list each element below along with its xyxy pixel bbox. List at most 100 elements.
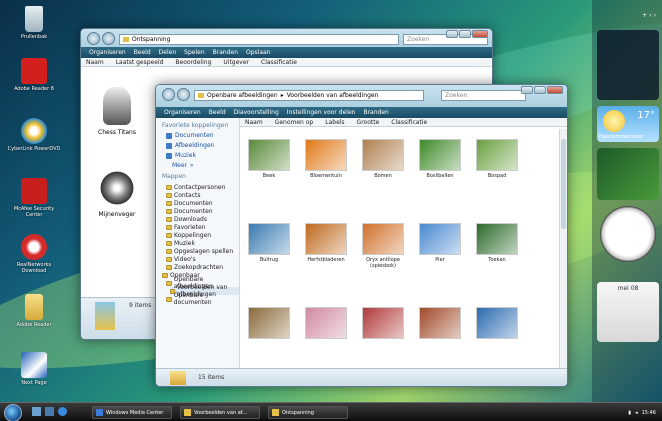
col-size[interactable]: Grootte <box>357 119 380 126</box>
toolbar-view[interactable]: Beeld <box>134 49 151 56</box>
desktop-icon-realnetworks[interactable]: RealNetworks Download <box>6 234 62 274</box>
minimize-button[interactable] <box>446 30 458 38</box>
desktop-icon-adobe-reader[interactable]: Adobe Reader <box>6 294 62 328</box>
show-desktop-icon[interactable] <box>32 407 41 416</box>
close-button[interactable] <box>547 86 563 94</box>
clock-gadget[interactable] <box>597 206 659 266</box>
folders-header[interactable]: Mappen <box>162 173 239 180</box>
desktop-icon-adobe-reader-8[interactable]: Adobe Reader 8 <box>6 58 62 92</box>
ie-icon[interactable] <box>58 407 67 416</box>
tree-item[interactable]: Openbare documenten <box>166 292 239 306</box>
weather-gadget[interactable]: 17° Haarlemmermeer <box>597 106 659 142</box>
toolbar-share[interactable]: Delen <box>159 49 176 56</box>
toolbar-share-settings[interactable]: Instellingen voor delen <box>287 109 356 116</box>
tree-item[interactable]: Zoekopdrachten <box>166 263 239 271</box>
stocks-gadget[interactable] <box>597 30 659 100</box>
taskbar-button-ontspanning[interactable]: Ontspanning <box>268 406 348 419</box>
thumbnail-item[interactable]: Bloementuin <box>305 139 347 179</box>
thumbnail-item[interactable]: Boslibellen <box>419 139 461 179</box>
back-button[interactable] <box>87 32 100 45</box>
toolbar-slideshow[interactable]: Diavoorstelling <box>234 109 279 116</box>
breadcrumb-sample-pictures[interactable]: Voorbeelden van afbeeldingen <box>287 92 379 99</box>
tree-item[interactable]: Opgeslagen spellen <box>166 247 239 255</box>
thumbnail-item[interactable] <box>305 307 347 341</box>
tree-item[interactable]: Favorieten <box>166 223 239 231</box>
network-icon[interactable]: ▮ <box>628 410 631 416</box>
col-name[interactable]: Naam <box>245 119 263 126</box>
breadcrumb-public-pictures[interactable]: Openbare afbeeldingen <box>207 92 278 99</box>
tree-item[interactable]: Contacts <box>166 191 239 199</box>
thumbnail-item[interactable] <box>362 307 404 341</box>
favorite-pictures[interactable]: Afbeeldingen <box>166 142 239 149</box>
col-name[interactable]: Naam <box>86 59 104 66</box>
col-publisher[interactable]: Uitgever <box>223 59 249 66</box>
favorite-music[interactable]: Muziek <box>166 152 239 159</box>
thumbnail-item[interactable]: Bomen <box>362 139 404 179</box>
thumbnail-item[interactable]: Toekan <box>476 223 518 263</box>
add-gadget-icon[interactable]: + <box>642 12 647 19</box>
favorite-documents[interactable]: Documenten <box>166 132 239 139</box>
titlebar[interactable]: Openbare afbeeldingen ▸ Voorbeelden van … <box>156 85 567 103</box>
thumbnail-item[interactable] <box>248 307 290 341</box>
thumbnail-item[interactable]: Beek <box>248 139 290 179</box>
toolbar-organize[interactable]: Organiseren <box>89 49 126 56</box>
game-item-chess[interactable]: Chess Titans <box>87 87 147 136</box>
desktop-icon-cyberlink[interactable]: CyberLink PowerDVD <box>6 118 62 152</box>
minimize-button[interactable] <box>521 86 533 94</box>
switch-windows-icon[interactable] <box>45 407 54 416</box>
thumbnail-item[interactable] <box>419 307 461 341</box>
address-bar[interactable]: Ontspanning <box>119 34 399 45</box>
thumbnail-item[interactable]: Pier <box>419 223 461 263</box>
toolbar-save[interactable]: Opslaan <box>246 49 270 56</box>
tree-item[interactable]: Contactpersonen <box>166 183 239 191</box>
toolbar-organize[interactable]: Organiseren <box>164 109 201 116</box>
col-rating[interactable]: Beoordeling <box>175 59 211 66</box>
taskbar-button-voorbeelden[interactable]: Voorbeelden van af... <box>180 406 260 419</box>
address-bar[interactable]: Openbare afbeeldingen ▸ Voorbeelden van … <box>194 90 424 101</box>
tree-item[interactable]: Koppelingen <box>166 231 239 239</box>
tree-item[interactable]: Muziek <box>166 239 239 247</box>
calendar-gadget[interactable]: mei 08 <box>597 282 659 342</box>
tree-item[interactable]: Documenten <box>166 199 239 207</box>
maximize-button[interactable] <box>459 30 471 38</box>
slideshow-gadget[interactable] <box>597 148 659 200</box>
tree-item[interactable]: Documenten <box>166 207 239 215</box>
window-voorbeelden[interactable]: Openbare afbeeldingen ▸ Voorbeelden van … <box>155 84 568 387</box>
col-rating[interactable]: Classificatie <box>391 119 427 126</box>
game-item-minesweeper[interactable]: Mijnenveger <box>87 169 147 218</box>
toolbar-view[interactable]: Beeld <box>209 109 226 116</box>
titlebar[interactable]: Ontspanning Zoeken <box>81 29 492 47</box>
col-date-taken[interactable]: Genomen op <box>275 119 314 126</box>
taskbar-button-media-center[interactable]: Windows Media Center <box>92 406 172 419</box>
toolbar-burn[interactable]: Branden <box>213 49 238 56</box>
volume-icon[interactable]: ◂ <box>635 410 638 416</box>
forward-button[interactable] <box>102 32 115 45</box>
chevron-right-icon[interactable]: › <box>654 12 656 19</box>
back-button[interactable] <box>162 88 175 101</box>
thumbnail-item[interactable]: Bultrug <box>248 223 290 263</box>
start-button[interactable] <box>4 404 22 421</box>
maximize-button[interactable] <box>534 86 546 94</box>
more-link[interactable]: Meer» <box>172 162 239 169</box>
desktop-icon-recycle-bin[interactable]: Prullenbak <box>6 6 62 40</box>
scrollbar-thumb[interactable] <box>561 139 566 229</box>
thumbnail-item[interactable]: Herfstbladeren <box>305 223 347 263</box>
close-button[interactable] <box>472 30 488 38</box>
thumbnail-item[interactable] <box>476 307 518 341</box>
clock[interactable]: 15:46 <box>642 410 656 416</box>
search-input[interactable]: Zoeken <box>441 90 526 101</box>
col-tags[interactable]: Labels <box>325 119 344 126</box>
desktop-icon-next-page[interactable]: Next Page <box>6 352 62 386</box>
col-classification[interactable]: Classificatie <box>261 59 297 66</box>
toolbar-play[interactable]: Spelen <box>184 49 204 56</box>
tree-item[interactable]: Video's <box>166 255 239 263</box>
scrollbar[interactable] <box>559 129 567 368</box>
forward-button[interactable] <box>177 88 190 101</box>
thumbnail-item[interactable]: Oryx antilope (spiesbok) <box>362 223 404 269</box>
toolbar-burn[interactable]: Branden <box>363 109 388 116</box>
desktop-icon-mcafee[interactable]: McAfee Security Center <box>6 178 62 218</box>
tree-item[interactable]: Downloads <box>166 215 239 223</box>
col-last-played[interactable]: Laatst gespeeld <box>116 59 164 66</box>
thumbnail-item[interactable]: Bospad <box>476 139 518 179</box>
chevron-left-icon[interactable]: ‹ <box>649 12 651 19</box>
